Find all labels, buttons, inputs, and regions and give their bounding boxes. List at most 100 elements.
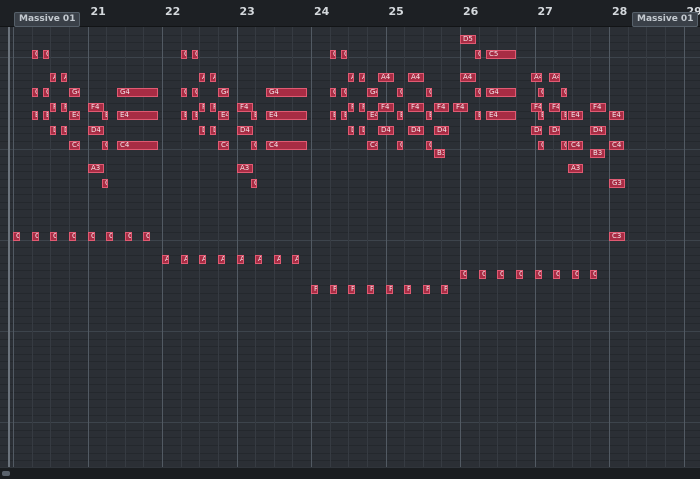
midi-note[interactable]: C xyxy=(125,232,132,241)
key-editor[interactable]: 212223242526272829Massive 01Massive 01 D… xyxy=(0,0,700,479)
midi-note[interactable]: D4 xyxy=(590,126,606,135)
midi-note[interactable]: E xyxy=(192,111,198,120)
midi-note[interactable]: F xyxy=(359,103,365,112)
midi-note[interactable]: A xyxy=(210,73,216,82)
midi-note[interactable]: C xyxy=(32,50,38,59)
midi-note[interactable]: C4 xyxy=(69,141,80,150)
midi-note[interactable]: C xyxy=(251,179,257,188)
midi-note[interactable]: C xyxy=(561,88,567,97)
midi-note[interactable]: C xyxy=(32,232,39,241)
midi-note[interactable]: F4 xyxy=(378,103,394,112)
part-name-label[interactable]: Massive 01 xyxy=(14,12,81,27)
midi-note[interactable]: F xyxy=(367,285,374,294)
midi-note[interactable]: D xyxy=(210,126,216,135)
midi-note[interactable]: E xyxy=(426,111,432,120)
midi-note[interactable]: E4 xyxy=(609,111,624,120)
midi-note[interactable]: C xyxy=(330,50,336,59)
midi-note[interactable]: A xyxy=(199,255,206,264)
midi-note[interactable]: C xyxy=(397,88,403,97)
midi-note[interactable]: C xyxy=(143,232,150,241)
midi-note[interactable]: C5 xyxy=(486,50,516,59)
midi-note[interactable]: C xyxy=(475,50,481,59)
midi-note[interactable]: A xyxy=(292,255,299,264)
midi-note[interactable]: C xyxy=(475,88,481,97)
midi-note[interactable]: A3 xyxy=(88,164,104,173)
midi-note[interactable]: G4 xyxy=(218,88,229,97)
midi-note[interactable]: C xyxy=(43,50,49,59)
midi-note[interactable]: G xyxy=(460,270,467,279)
midi-note[interactable]: A xyxy=(359,73,365,82)
midi-note[interactable]: G xyxy=(516,270,523,279)
midi-note[interactable]: G4 xyxy=(266,88,307,97)
midi-note[interactable]: D4 xyxy=(88,126,104,135)
midi-note[interactable]: E4 xyxy=(117,111,158,120)
midi-note[interactable]: G xyxy=(479,270,486,279)
midi-note[interactable]: E xyxy=(561,111,567,120)
midi-note[interactable]: F xyxy=(210,103,216,112)
midi-note[interactable]: A xyxy=(61,73,67,82)
scrollbar-thumb[interactable] xyxy=(2,471,10,476)
midi-note[interactable]: F4 xyxy=(453,103,468,112)
part-name-label[interactable]: Massive 01 xyxy=(632,12,699,27)
midi-note[interactable]: C xyxy=(88,232,95,241)
midi-note[interactable]: C xyxy=(426,141,432,150)
midi-note[interactable]: A xyxy=(255,255,262,264)
midi-note[interactable]: A4 xyxy=(378,73,394,82)
midi-note[interactable]: C xyxy=(32,88,38,97)
midi-note[interactable]: C xyxy=(69,232,76,241)
midi-note[interactable]: D4 xyxy=(549,126,560,135)
midi-note[interactable]: C xyxy=(538,88,544,97)
midi-note[interactable]: D4 xyxy=(408,126,424,135)
midi-note[interactable]: G3 xyxy=(609,179,625,188)
midi-note[interactable]: C xyxy=(538,141,544,150)
midi-note[interactable]: F4 xyxy=(434,103,449,112)
midi-note[interactable]: C xyxy=(341,50,347,59)
midi-note[interactable]: E xyxy=(475,111,481,120)
midi-note[interactable]: B3 xyxy=(590,149,605,158)
midi-note[interactable]: C3 xyxy=(609,232,625,241)
midi-note[interactable]: F4 xyxy=(590,103,606,112)
midi-note[interactable]: A4 xyxy=(408,73,424,82)
midi-note[interactable]: C xyxy=(102,141,108,150)
midi-note[interactable]: A3 xyxy=(237,164,253,173)
midi-note[interactable]: F xyxy=(50,103,56,112)
midi-note[interactable]: G xyxy=(553,270,560,279)
midi-note[interactable]: E xyxy=(251,111,257,120)
midi-note[interactable]: D4 xyxy=(237,126,253,135)
midi-note[interactable]: E4 xyxy=(568,111,583,120)
midi-note[interactable]: C xyxy=(181,50,187,59)
midi-note[interactable]: E xyxy=(181,111,187,120)
midi-note[interactable]: G xyxy=(572,270,579,279)
midi-note[interactable]: D4 xyxy=(378,126,394,135)
midi-note[interactable]: E xyxy=(538,111,544,120)
horizontal-scrollbar[interactable] xyxy=(0,467,700,479)
midi-note[interactable]: F xyxy=(348,103,354,112)
midi-note[interactable]: A3 xyxy=(568,164,583,173)
midi-note[interactable]: A xyxy=(162,255,169,264)
midi-note[interactable]: C xyxy=(102,179,108,188)
midi-note[interactable]: C xyxy=(106,232,113,241)
midi-note[interactable]: A4 xyxy=(531,73,542,82)
midi-note[interactable]: A xyxy=(50,73,56,82)
midi-note[interactable]: C4 xyxy=(218,141,229,150)
midi-note[interactable]: C xyxy=(251,141,257,150)
midi-note[interactable]: A4 xyxy=(460,73,476,82)
midi-note[interactable]: A4 xyxy=(549,73,560,82)
midi-note[interactable]: E xyxy=(330,111,336,120)
midi-note[interactable]: D xyxy=(61,126,67,135)
midi-note[interactable]: D4 xyxy=(434,126,449,135)
midi-note[interactable]: C xyxy=(43,88,49,97)
midi-note[interactable]: F xyxy=(441,285,448,294)
midi-note[interactable]: D5 xyxy=(460,35,476,44)
midi-note[interactable]: F xyxy=(199,103,205,112)
midi-note[interactable]: C xyxy=(561,141,567,150)
midi-note[interactable]: D4 xyxy=(531,126,542,135)
midi-note[interactable]: E xyxy=(102,111,108,120)
midi-note[interactable]: C xyxy=(13,232,20,241)
midi-note[interactable]: F xyxy=(348,285,355,294)
midi-note[interactable]: E4 xyxy=(367,111,378,120)
midi-note[interactable]: A xyxy=(199,73,205,82)
midi-note[interactable]: F xyxy=(61,103,67,112)
midi-note[interactable]: F xyxy=(404,285,411,294)
midi-note[interactable]: C xyxy=(397,141,403,150)
